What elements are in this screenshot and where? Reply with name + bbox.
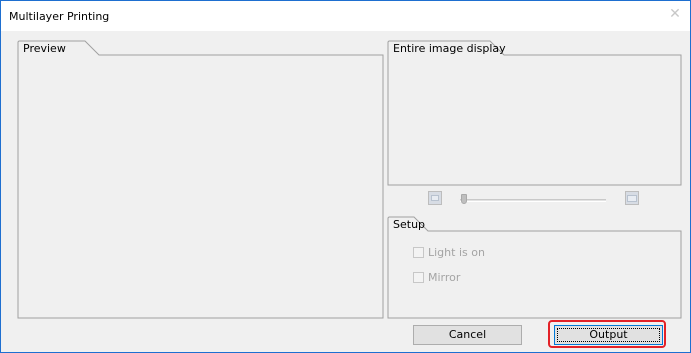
- zoom-slider-thumb[interactable]: [461, 194, 467, 204]
- entire-image-label: Entire image display: [393, 42, 506, 55]
- light-is-on-label: Light is on: [428, 245, 485, 259]
- close-icon[interactable]: ✕: [668, 7, 682, 21]
- mirror-option[interactable]: Mirror: [413, 270, 460, 284]
- zoom-slider-area: [428, 191, 640, 209]
- output-button[interactable]: Output: [554, 325, 663, 345]
- setup-frame: [387, 216, 682, 319]
- preview-label: Preview: [23, 42, 66, 55]
- setup-label: Setup: [393, 218, 426, 231]
- mirror-label: Mirror: [428, 270, 461, 284]
- preview-group: Preview: [17, 40, 384, 319]
- mirror-checkbox[interactable]: [413, 271, 424, 283]
- zoom-in-icon[interactable]: [625, 191, 639, 205]
- entire-image-canvas: [389, 56, 680, 184]
- light-is-on-checkbox[interactable]: [413, 246, 424, 258]
- preview-canvas: [19, 56, 382, 317]
- cancel-button[interactable]: Cancel: [413, 325, 522, 345]
- title-bar: Multilayer Printing ✕: [1, 1, 690, 31]
- window-title: Multilayer Printing: [9, 10, 110, 23]
- zoom-slider-track[interactable]: [460, 199, 606, 202]
- zoom-out-icon[interactable]: [428, 191, 442, 205]
- entire-image-group: Entire image display: [387, 40, 683, 186]
- output-button-label: Output: [589, 328, 628, 341]
- light-is-on-option[interactable]: Light is on: [413, 245, 485, 259]
- setup-group: Setup: [387, 216, 683, 319]
